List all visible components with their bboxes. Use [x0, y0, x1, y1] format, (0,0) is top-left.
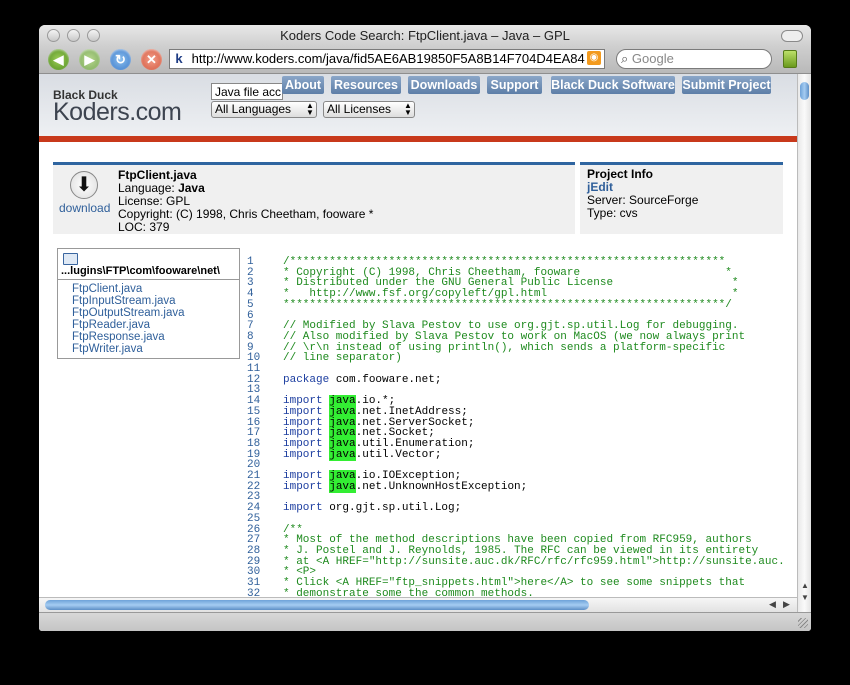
code-line: 24 import org.gjt.sp.util.Log; — [247, 503, 785, 514]
close-window-button[interactable] — [47, 29, 60, 42]
code-line: 15 import java.net.InetAddress; — [247, 405, 785, 418]
search-highlight: java — [329, 480, 356, 493]
title-bar: Koders Code Search: FtpClient.java – Jav… — [39, 25, 811, 46]
code-keyword: import — [283, 480, 323, 493]
tree-file-list: FtpClient.java FtpInputStream.java FtpOu… — [58, 280, 239, 355]
code-text: .net.UnknownHostException; — [355, 480, 528, 493]
page-content: Black Duck Koders.com Java file acc All … — [39, 74, 797, 597]
tree-file-link[interactable]: FtpReader.java — [72, 319, 239, 331]
horizontal-scroll-thumb[interactable] — [45, 600, 589, 610]
tree-file-link[interactable]: FtpResponse.java — [72, 331, 239, 343]
file-info-panel: ⬇ download FtpClient.java Language: Java… — [53, 162, 575, 234]
line-number: 15 — [247, 405, 261, 418]
select-arrows-icon: ▲ ▼ — [404, 101, 412, 117]
tree-file-link[interactable]: FtpOutputStream.java — [72, 307, 239, 319]
tree-file-link[interactable]: FtpClient.java — [72, 283, 239, 295]
nav-submit-project[interactable]: Submit Project — [682, 76, 771, 94]
browser-window: Koders Code Search: FtpClient.java – Jav… — [39, 25, 811, 631]
tree-file-link[interactable]: FtpInputStream.java — [72, 295, 239, 307]
file-language: Java — [178, 181, 205, 195]
source-code-view: 1/**************************************… — [247, 257, 785, 598]
window-title: Koders Code Search: FtpClient.java – Jav… — [280, 28, 570, 43]
reload-icon[interactable]: ↻ — [110, 49, 131, 70]
nav-black-duck-software[interactable]: Black Duck Software — [551, 76, 675, 94]
code-text: // line separator) — [283, 352, 402, 365]
code-line: 12 package com.fooware.net; — [247, 373, 785, 386]
license-select-value: All Licenses — [327, 102, 392, 116]
tree-file-link[interactable]: FtpWriter.java — [72, 343, 239, 355]
language-label: Language: — [118, 181, 175, 195]
folder-icon[interactable] — [63, 253, 78, 265]
resize-grip-icon[interactable] — [798, 618, 808, 628]
zoom-window-button[interactable] — [87, 29, 100, 42]
project-type: Type: cvs — [587, 206, 638, 220]
nav-downloads[interactable]: Downloads — [408, 76, 480, 94]
file-meta: FtpClient.java Language: Java License: G… — [118, 169, 373, 234]
vertical-scrollbar[interactable]: ▲ ▼ — [797, 74, 811, 612]
code-line: 32 * demonstrate some the common methods. — [247, 587, 785, 597]
code-keyword: package — [283, 373, 330, 386]
status-bar — [39, 612, 811, 631]
code-text: ****************************************… — [283, 298, 732, 311]
scroll-down-icon[interactable]: ▼ — [801, 593, 809, 602]
site-favicon-icon: k — [175, 51, 183, 66]
download-icon[interactable]: ⬇ — [70, 171, 98, 199]
code-text: .util.Vector; — [355, 448, 442, 461]
code-line: 5 ***************************************… — [247, 298, 785, 311]
code-search-input[interactable]: Java file acc — [211, 83, 283, 100]
file-name: FtpClient.java — [118, 168, 197, 182]
code-text: com.fooware.net; — [329, 373, 442, 386]
language-select[interactable]: All Languages ▲ ▼ — [211, 101, 317, 118]
address-bar[interactable]: k http://www.koders.com/java/fid5AE6AB19… — [169, 49, 605, 69]
code-line: 22 import java.net.UnknownHostException; — [247, 480, 785, 493]
scroll-up-icon[interactable]: ▲ — [801, 581, 809, 590]
bookmark-icon[interactable] — [783, 50, 797, 68]
toolbar-toggle-button[interactable] — [781, 30, 803, 42]
search-highlight: java — [329, 448, 356, 461]
rss-icon[interactable]: ◉ — [587, 51, 601, 65]
stop-icon[interactable]: ✕ — [141, 49, 162, 70]
nav-about[interactable]: About — [282, 76, 324, 94]
scroll-left-icon[interactable]: ◀ — [769, 599, 776, 610]
code-line: 19 import java.util.Vector; — [247, 448, 785, 461]
minimize-window-button[interactable] — [67, 29, 80, 42]
search-placeholder: Google — [631, 51, 674, 66]
line-number: 5 — [247, 298, 254, 311]
back-arrow-icon[interactable]: ◀ — [48, 49, 69, 70]
tree-header: ...lugins\FTP\com\fooware\net\ — [58, 249, 239, 280]
project-info-panel: Project Info jEdit Server: SourceForge T… — [580, 162, 783, 234]
folder-path[interactable]: ...lugins\FTP\com\fooware\net\ — [61, 265, 220, 277]
line-number: 32 — [247, 587, 261, 597]
header-divider — [39, 136, 797, 142]
code-text: * at <A HREF="http://sunsite.auc.dk/RFC/… — [283, 555, 785, 568]
code-keyword: import — [283, 502, 323, 515]
file-tree: ...lugins\FTP\com\fooware\net\ FtpClient… — [57, 248, 240, 359]
nav-support[interactable]: Support — [487, 76, 542, 94]
scroll-right-icon[interactable]: ▶ — [783, 599, 790, 610]
download-link[interactable]: download — [59, 201, 110, 215]
site-logo[interactable]: Koders.com — [53, 98, 182, 127]
select-arrows-icon: ▲ ▼ — [306, 101, 314, 117]
code-line: 25 — [247, 514, 785, 525]
code-text: org.gjt.sp.util.Log; — [322, 502, 462, 515]
nav-resources[interactable]: Resources — [331, 76, 401, 94]
vertical-scroll-thumb[interactable] — [800, 82, 809, 100]
forward-arrow-icon[interactable]: ▶ — [79, 49, 100, 70]
license-select[interactable]: All Licenses ▲ ▼ — [323, 101, 415, 118]
file-loc: LOC: 379 — [118, 220, 170, 234]
code-keyword: import — [283, 448, 323, 461]
horizontal-scrollbar[interactable]: ◀ ▶ — [39, 597, 797, 612]
language-select-value: All Languages — [215, 102, 292, 116]
line-number: 25 — [247, 512, 261, 525]
code-line: 29 * at <A HREF="http://sunsite.auc.dk/RF… — [247, 555, 785, 568]
code-line: 10// line separator) — [247, 353, 785, 364]
magnifier-icon: ⌕ — [621, 51, 629, 66]
browser-toolbar: ◀ ▶ ↻ ✕ k http://www.koders.com/java/fid… — [39, 46, 811, 74]
code-text: * demonstrate some the common methods. — [283, 587, 534, 597]
url-text: http://www.koders.com/java/fid5AE6AB1985… — [191, 51, 585, 66]
search-field[interactable]: ⌕ Google — [616, 49, 772, 69]
